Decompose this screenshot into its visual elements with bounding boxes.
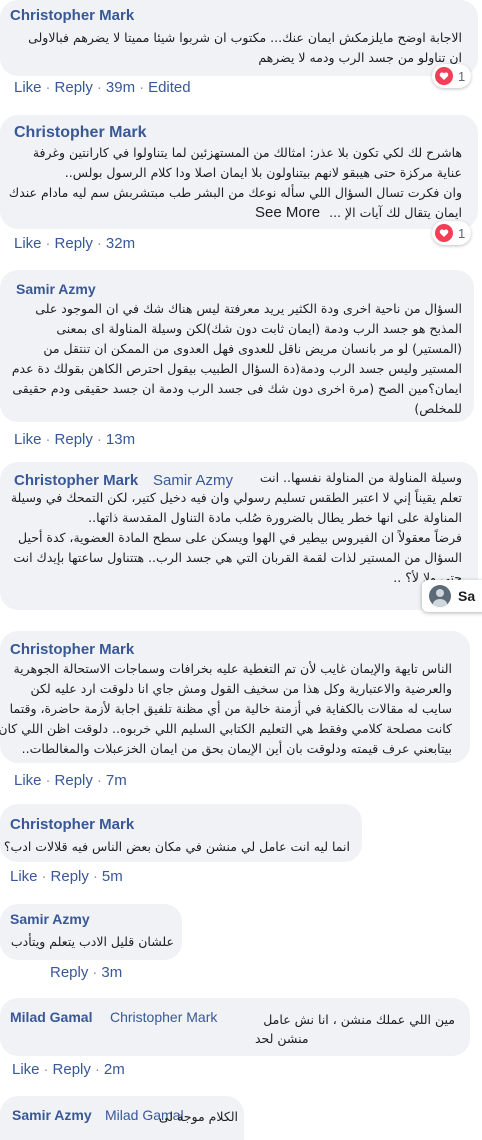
reply-button[interactable]: Reply bbox=[55, 235, 93, 252]
comment-author[interactable]: Samir Azmy bbox=[10, 911, 90, 927]
reply-button[interactable]: Reply bbox=[51, 868, 89, 885]
mention-link[interactable]: Christopher Mark bbox=[110, 1009, 217, 1025]
reaction-count: 1 bbox=[458, 225, 466, 241]
edited-label[interactable]: Edited bbox=[148, 79, 191, 96]
comment-author[interactable]: Christopher Mark bbox=[10, 641, 134, 658]
comment-text: وسيلة المناولة من المناولة نفسها.. انت ت… bbox=[10, 470, 462, 585]
comment-text: مين اللي عملك منشن ، انا نش عامل منشن لح… bbox=[255, 1012, 455, 1046]
timestamp[interactable]: 13m bbox=[106, 431, 135, 448]
chat-head-popup[interactable]: Sa bbox=[422, 580, 482, 612]
chat-head-name: Sa bbox=[458, 588, 476, 604]
timestamp[interactable]: 32m bbox=[106, 235, 135, 252]
comment-author[interactable]: Christopher Mark bbox=[14, 124, 146, 142]
comment-author[interactable]: Samir Azmy bbox=[16, 281, 96, 297]
comment-text: الناس تايهة والإيمان غايب لأن تم التغطية… bbox=[0, 661, 452, 756]
comment-bubble: Christopher Mark الناس تايهة والإيمان غا… bbox=[0, 631, 470, 763]
comment-bubble: Christopher Mark انما ليه انت عامل لي من… bbox=[0, 804, 362, 862]
comment-bubble: Milad Gamal Christopher Mark مين اللي عم… bbox=[0, 998, 470, 1056]
like-button[interactable]: Like bbox=[10, 868, 38, 885]
timestamp[interactable]: 5m bbox=[102, 868, 123, 885]
reply-button[interactable]: Reply bbox=[50, 964, 88, 981]
comment-actions: Like · Reply · 7m bbox=[14, 772, 127, 789]
comment-text: الكلام موجة لى bbox=[158, 1109, 238, 1124]
like-button[interactable]: Like bbox=[14, 772, 42, 789]
reply-button[interactable]: Reply bbox=[55, 772, 93, 789]
comment-author[interactable]: Christopher Mark bbox=[10, 816, 134, 833]
reaction-badge[interactable]: 1 bbox=[432, 221, 472, 245]
reply-button[interactable]: Reply bbox=[55, 431, 93, 448]
like-button[interactable]: Like bbox=[14, 79, 42, 96]
comment-text: انما ليه انت عامل لي منشن في مكان بعض ال… bbox=[3, 839, 350, 854]
comment-bubble: Christopher Mark الاجابة اوضح مايلزمكش ا… bbox=[0, 0, 478, 76]
comment-text: الاجابة اوضح مايلزمكش ايمان عنك... مكتوب… bbox=[28, 30, 462, 65]
comment-actions: Like · Reply · 32m bbox=[14, 235, 136, 252]
timestamp[interactable]: 2m bbox=[104, 1061, 125, 1078]
comment-bubble: Christopher Mark Samir Azmy وسيلة المناو… bbox=[0, 462, 478, 610]
comment-bubble: Samir Azmy السؤال من ناحية اخرى ودة الكث… bbox=[0, 270, 474, 422]
comment-actions: Reply · 3m bbox=[50, 964, 123, 981]
comment-author[interactable]: Samir Azmy bbox=[12, 1107, 92, 1123]
reaction-badge[interactable]: 1 bbox=[432, 64, 472, 88]
comment-actions: Like · Reply · 2m bbox=[12, 1061, 125, 1078]
comment-text: علشان قليل الادب يتعلم ويتأدب bbox=[10, 934, 174, 949]
comment-bubble: Samir Azmy علشان قليل الادب يتعلم ويتأدب bbox=[0, 904, 182, 960]
reaction-count: 1 bbox=[458, 68, 466, 84]
like-button[interactable]: Like bbox=[14, 235, 42, 252]
timestamp[interactable]: 3m bbox=[101, 964, 122, 981]
heart-icon bbox=[435, 67, 453, 85]
avatar bbox=[429, 585, 451, 607]
comment-actions: Like · Reply · 39m · Edited bbox=[14, 79, 191, 96]
comment-text: السؤال من ناحية اخرى ودة الكثير يريد معر… bbox=[11, 301, 462, 416]
reply-button[interactable]: Reply bbox=[55, 79, 93, 96]
comment-author[interactable]: Christopher Mark bbox=[10, 7, 134, 24]
comment-bubble: Christopher Mark هاشرح لك لكي تكون بلا ع… bbox=[0, 115, 478, 229]
like-button[interactable]: Like bbox=[14, 431, 42, 448]
comment-actions: Like · Reply · 5m bbox=[10, 868, 123, 885]
comment-text: هاشرح لك لكي تكون بلا عذر: امثالك من الم… bbox=[8, 145, 462, 220]
comment-bubble: Samir Azmy Milad Gamal الكلام موجة لى bbox=[0, 1096, 244, 1140]
timestamp[interactable]: 39m bbox=[106, 79, 135, 96]
comment-actions: Like · Reply · 13m bbox=[14, 431, 136, 448]
timestamp[interactable]: 7m bbox=[106, 772, 127, 789]
comment-author[interactable]: Milad Gamal bbox=[10, 1009, 92, 1025]
see-more-link[interactable]: See More bbox=[255, 204, 320, 221]
like-button[interactable]: Like bbox=[12, 1061, 40, 1078]
reply-button[interactable]: Reply bbox=[53, 1061, 91, 1078]
heart-icon bbox=[435, 224, 453, 242]
